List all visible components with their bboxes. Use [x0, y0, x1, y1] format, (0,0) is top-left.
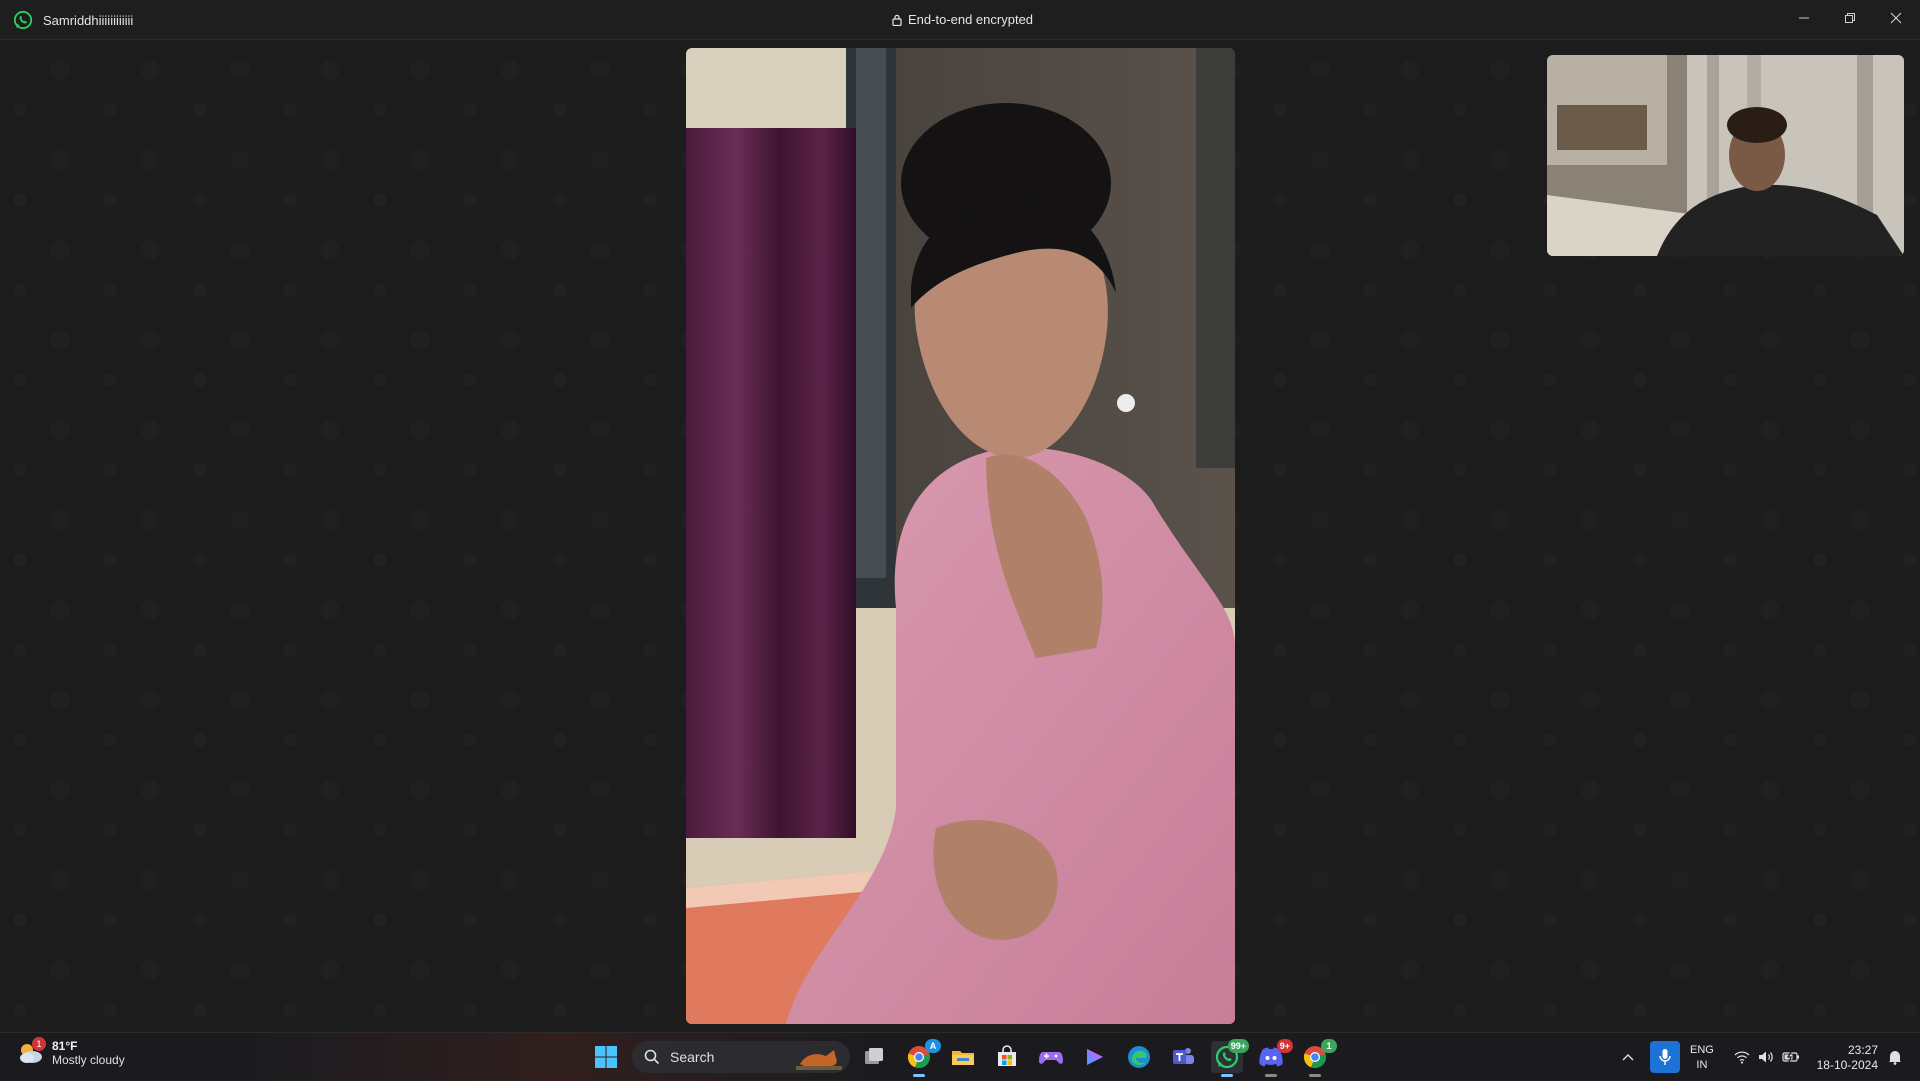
taskbar-search[interactable]: Search	[632, 1041, 850, 1073]
file-explorer-icon	[952, 1051, 974, 1065]
microphone-in-use-button[interactable]	[1650, 1041, 1680, 1073]
language-code: ENG	[1690, 1044, 1714, 1056]
self-video-preview[interactable]	[1547, 55, 1904, 256]
weather-alert-badge: 1	[32, 1037, 46, 1051]
encryption-status: End-to-end encrypted	[892, 12, 1033, 27]
chrome-button[interactable]: A	[903, 1039, 941, 1077]
remote-video-feed[interactable]	[686, 48, 1235, 1024]
whatsapp-logo-icon	[13, 10, 33, 30]
discord-unread-badge: 9+	[1276, 1039, 1293, 1053]
whatsapp-taskbar-button[interactable]: 99+	[1211, 1039, 1249, 1077]
chrome-profile-badge: A	[925, 1039, 941, 1053]
chevron-up-icon	[1622, 1054, 1634, 1061]
volume-icon	[1759, 1051, 1773, 1063]
chrome-profile-button[interactable]: 1	[1299, 1039, 1337, 1077]
whatsapp-call-window: Samriddhiiiiiiiiiiii End-to-end encrypte…	[0, 0, 1920, 1032]
weather-temperature: 81°F	[52, 1039, 78, 1053]
discord-button[interactable]: 9+	[1255, 1039, 1293, 1077]
whatsapp-unread-badge: 99+	[1227, 1039, 1249, 1053]
copilot-icon	[1087, 1049, 1103, 1065]
search-label: Search	[670, 1049, 715, 1065]
title-bar: Samriddhiiiiiiiiiiii End-to-end encrypte…	[0, 0, 1920, 40]
encryption-label: End-to-end encrypted	[908, 12, 1034, 27]
file-explorer-button[interactable]	[947, 1041, 979, 1073]
running-indicator	[1265, 1074, 1277, 1077]
start-button[interactable]	[590, 1041, 622, 1073]
weather-icon-wrap: 1	[16, 1037, 46, 1067]
keyboard-region: IN	[1696, 1059, 1708, 1071]
lock-icon	[892, 14, 902, 26]
task-view-icon	[865, 1048, 883, 1064]
bell-icon	[1889, 1051, 1901, 1065]
search-highlight-fox-icon	[796, 1050, 842, 1070]
teams-button[interactable]	[1167, 1041, 1199, 1073]
running-indicator	[913, 1074, 925, 1077]
chrome-profile-badge: 1	[1321, 1039, 1337, 1053]
contact-name: Samriddhiiiiiiiiiiii	[43, 13, 134, 28]
game-controller-icon	[1039, 1052, 1063, 1064]
games-button[interactable]	[1035, 1041, 1067, 1073]
input-language-indicator[interactable]: ENG IN	[1690, 1043, 1714, 1073]
restore-icon	[1845, 13, 1855, 23]
taskbar: 1 81°F Mostly cloudy Search A 99+ 9+ 1 E…	[0, 1032, 1920, 1081]
running-indicator	[1309, 1074, 1321, 1077]
show-hidden-icons-button[interactable]	[1616, 1041, 1640, 1073]
microphone-icon	[1659, 1049, 1671, 1065]
microsoft-store-icon	[998, 1045, 1016, 1066]
copilot-button[interactable]	[1079, 1041, 1111, 1073]
teams-icon	[1173, 1048, 1194, 1064]
quick-settings-button[interactable]	[1728, 1041, 1806, 1073]
remote-video-image	[686, 48, 1235, 1024]
close-button[interactable]	[1873, 4, 1919, 32]
search-icon	[644, 1049, 660, 1065]
weather-description: Mostly cloudy	[52, 1053, 125, 1067]
store-button[interactable]	[991, 1041, 1023, 1073]
edge-icon	[1128, 1046, 1150, 1068]
weather-widget[interactable]: 1 81°F Mostly cloudy	[16, 1037, 125, 1067]
task-view-button[interactable]	[858, 1041, 890, 1073]
wifi-icon	[1734, 1051, 1750, 1064]
running-indicator	[1221, 1074, 1233, 1077]
clock-date: 18-10-2024	[1816, 1058, 1878, 1072]
clock-time: 23:27	[1847, 1043, 1878, 1057]
minimize-icon	[1799, 17, 1809, 19]
minimize-button[interactable]	[1781, 4, 1827, 32]
battery-charging-icon	[1782, 1051, 1799, 1063]
edge-button[interactable]	[1123, 1041, 1155, 1073]
restore-button[interactable]	[1827, 4, 1873, 32]
close-icon	[1890, 12, 1902, 24]
notifications-button[interactable]	[1882, 1041, 1908, 1073]
self-video-image	[1547, 55, 1904, 256]
weather-text: 81°F Mostly cloudy	[52, 1039, 125, 1067]
clock[interactable]: 23:27 18-10-2024	[1812, 1043, 1878, 1073]
windows-start-icon	[595, 1046, 617, 1068]
